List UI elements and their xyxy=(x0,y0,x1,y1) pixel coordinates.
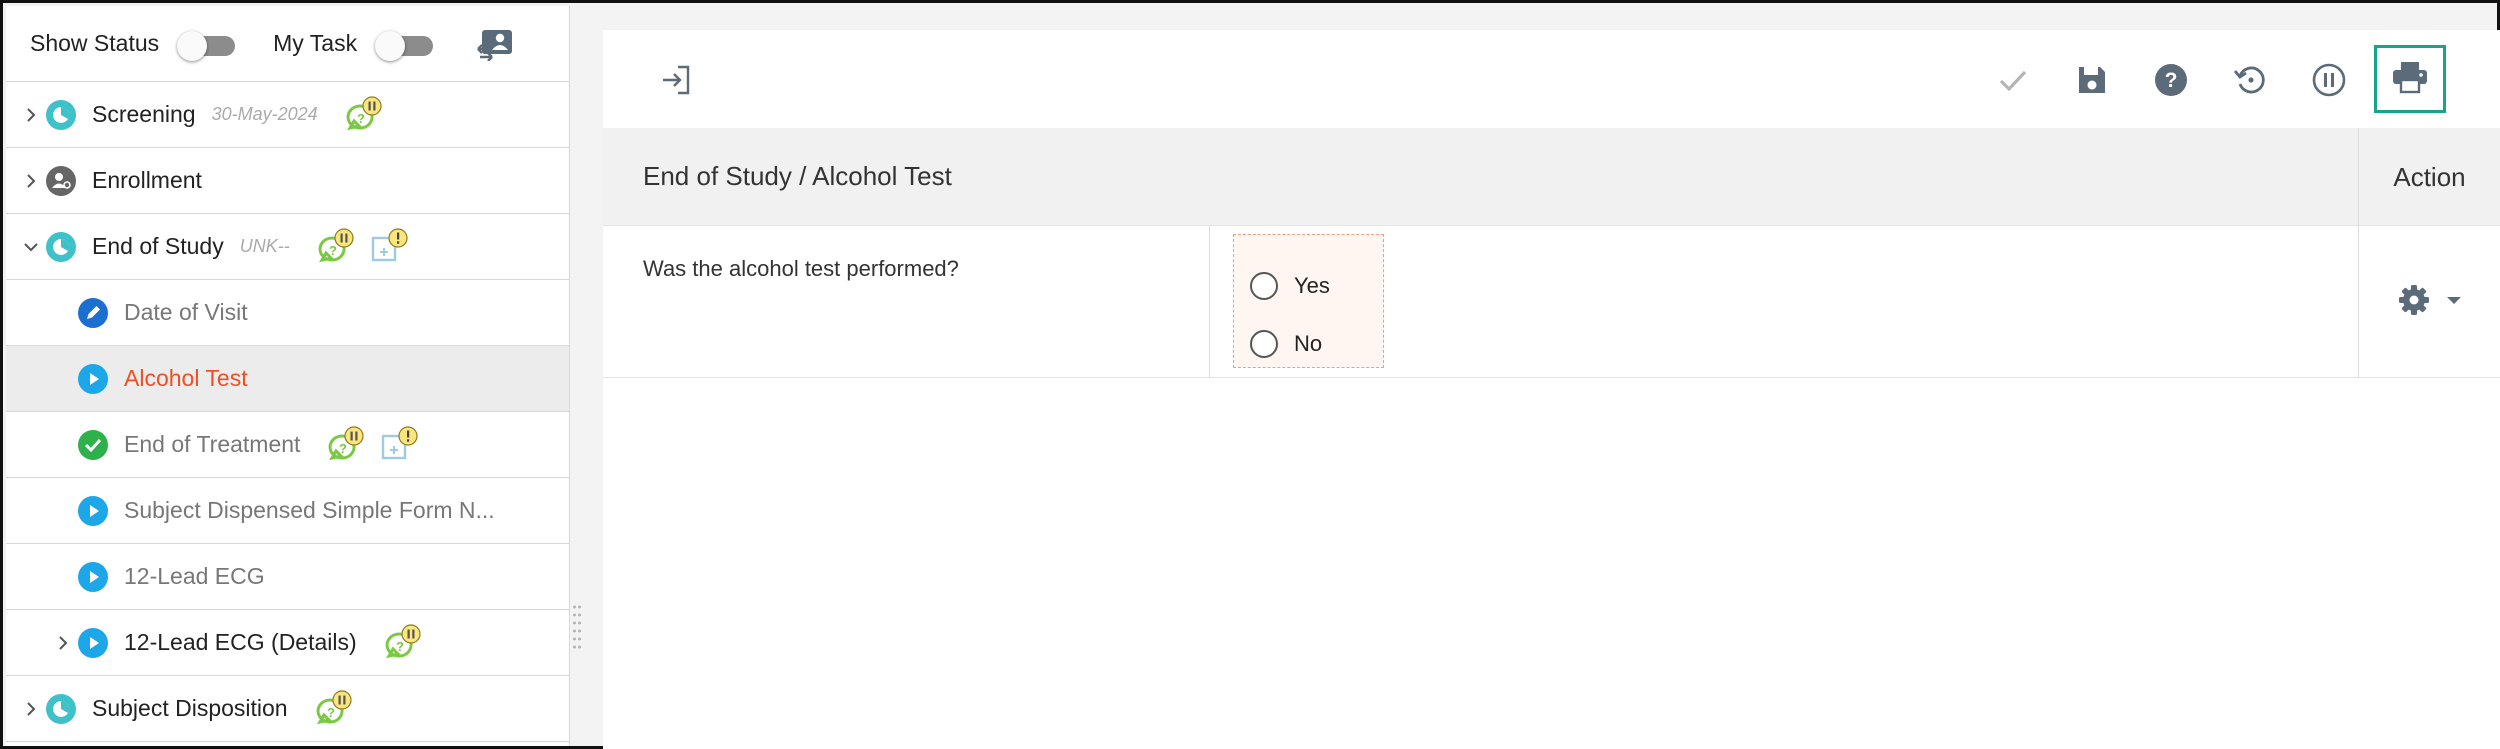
panel-resize-handle[interactable] xyxy=(572,603,582,655)
option-no[interactable]: No xyxy=(1234,315,1383,373)
svg-text:?: ? xyxy=(339,441,347,456)
sidebar-item-alcohol-test[interactable]: Alcohol Test xyxy=(6,346,569,412)
in-progress-status-icon xyxy=(46,99,76,130)
my-task-label: My Task xyxy=(273,30,358,56)
history-icon[interactable] xyxy=(2230,60,2270,100)
row-action-menu[interactable] xyxy=(2358,226,2500,378)
chevron-down-icon[interactable] xyxy=(16,241,46,253)
print-button[interactable] xyxy=(2374,45,2446,113)
breadcrumb: End of Study / Alcohol Test xyxy=(643,161,952,191)
option-label: Yes xyxy=(1294,273,1330,298)
option-label: No xyxy=(1294,331,1323,356)
my-task-toggle[interactable] xyxy=(375,30,435,61)
play-status-icon xyxy=(78,363,108,394)
form-header: End of Study / Alcohol Test Action xyxy=(603,128,2500,226)
check-icon[interactable] xyxy=(1993,60,2033,100)
chevron-right-icon[interactable] xyxy=(48,635,78,651)
visit-date: UNK-- xyxy=(239,236,290,256)
sidebar-item-subject-disposition[interactable]: Subject Disposition ? xyxy=(6,676,569,742)
sidebar-item-label: End of Study xyxy=(92,233,224,259)
sidebar-item-end-of-treatment[interactable]: End of Treatment ? xyxy=(6,412,569,478)
in-progress-status-icon xyxy=(46,693,76,724)
chevron-right-icon[interactable] xyxy=(16,173,46,189)
query-paused-icon[interactable]: ? xyxy=(383,623,423,662)
sidebar-item-date-of-visit[interactable]: Date of Visit xyxy=(6,280,569,346)
sidebar-item-label: 12-Lead ECG xyxy=(124,563,265,589)
show-status-toggle[interactable] xyxy=(177,30,237,61)
action-column-header: Action xyxy=(2358,128,2500,226)
review-warning-icon[interactable] xyxy=(380,425,420,464)
radio-button[interactable] xyxy=(1250,272,1278,300)
sidebar-item-label: End of Treatment xyxy=(124,431,301,457)
pause-icon[interactable] xyxy=(2309,60,2349,100)
sidebar-item-end-of-study[interactable]: End of Study UNK-- ? xyxy=(6,214,569,280)
column-divider xyxy=(1209,226,1210,378)
sidebar: Show Status My Task Screening 30-May-202… xyxy=(6,6,570,746)
sidebar-item-enrollment[interactable]: Enrollment xyxy=(6,148,569,214)
complete-status-icon xyxy=(78,429,108,460)
sidebar-item-12-lead-ecg[interactable]: 12-Lead ECG xyxy=(6,544,569,610)
person-status-icon xyxy=(46,165,76,196)
answer-options: Yes No xyxy=(1233,234,1384,368)
query-paused-icon[interactable]: ? xyxy=(326,425,366,464)
query-paused-icon[interactable]: ? xyxy=(316,227,356,266)
sidebar-item-label: Screening xyxy=(92,101,196,127)
option-yes[interactable]: Yes xyxy=(1234,257,1383,315)
sidebar-item-12-lead-ecg-details[interactable]: 12-Lead ECG (Details) ? xyxy=(6,610,569,676)
app-window: Show Status My Task Screening 30-May-202… xyxy=(0,0,2500,749)
visit-date: 30-May-2024 xyxy=(211,104,318,124)
sidebar-item-label: 12-Lead ECG (Details) xyxy=(124,629,357,655)
sidebar-controls: Show Status My Task xyxy=(6,6,569,82)
in-progress-status-icon xyxy=(46,231,76,262)
save-icon[interactable] xyxy=(2072,60,2112,100)
help-icon[interactable]: ? xyxy=(2151,60,2191,100)
question-text: Was the alcohol test performed? xyxy=(643,256,959,281)
play-status-icon xyxy=(78,561,108,592)
radio-button[interactable] xyxy=(1250,330,1278,358)
review-warning-icon[interactable] xyxy=(370,227,410,266)
sidebar-item-label: Subject Dispensed Simple Form N... xyxy=(124,497,495,523)
chevron-right-icon[interactable] xyxy=(16,107,46,123)
svg-text:?: ? xyxy=(329,243,337,258)
sidebar-item-label: Date of Visit xyxy=(124,299,248,325)
sidebar-item-screening[interactable]: Screening 30-May-2024 ? xyxy=(6,82,569,148)
exit-to-form-icon[interactable] xyxy=(656,60,696,100)
chevron-right-icon[interactable] xyxy=(16,701,46,717)
sidebar-item-label: Alcohol Test xyxy=(124,365,248,391)
svg-text:?: ? xyxy=(396,639,404,654)
form-toolbar: ? xyxy=(603,30,2500,128)
query-paused-icon[interactable]: ? xyxy=(314,689,354,728)
form-panel: ? End of Study / Alcohol Test Action Was… xyxy=(603,30,2500,749)
svg-text:?: ? xyxy=(2165,69,2178,92)
play-status-icon xyxy=(78,627,108,658)
caret-down-icon[interactable] xyxy=(2445,293,2463,311)
print-icon xyxy=(2391,60,2429,99)
svg-text:?: ? xyxy=(327,705,335,720)
user-transfer-icon[interactable] xyxy=(475,26,515,62)
sidebar-item-subject-dispensed[interactable]: Subject Dispensed Simple Form N... xyxy=(6,478,569,544)
play-status-icon xyxy=(78,495,108,526)
sidebar-item-label: Subject Disposition xyxy=(92,695,288,721)
query-paused-icon[interactable]: ? xyxy=(344,95,384,134)
show-status-label: Show Status xyxy=(30,30,160,56)
svg-text:?: ? xyxy=(357,111,365,126)
sidebar-item-label: Enrollment xyxy=(92,167,202,193)
edit-status-icon xyxy=(78,297,108,328)
gear-icon[interactable] xyxy=(2397,283,2431,322)
question-row: Was the alcohol test performed? Yes No xyxy=(603,226,2500,378)
